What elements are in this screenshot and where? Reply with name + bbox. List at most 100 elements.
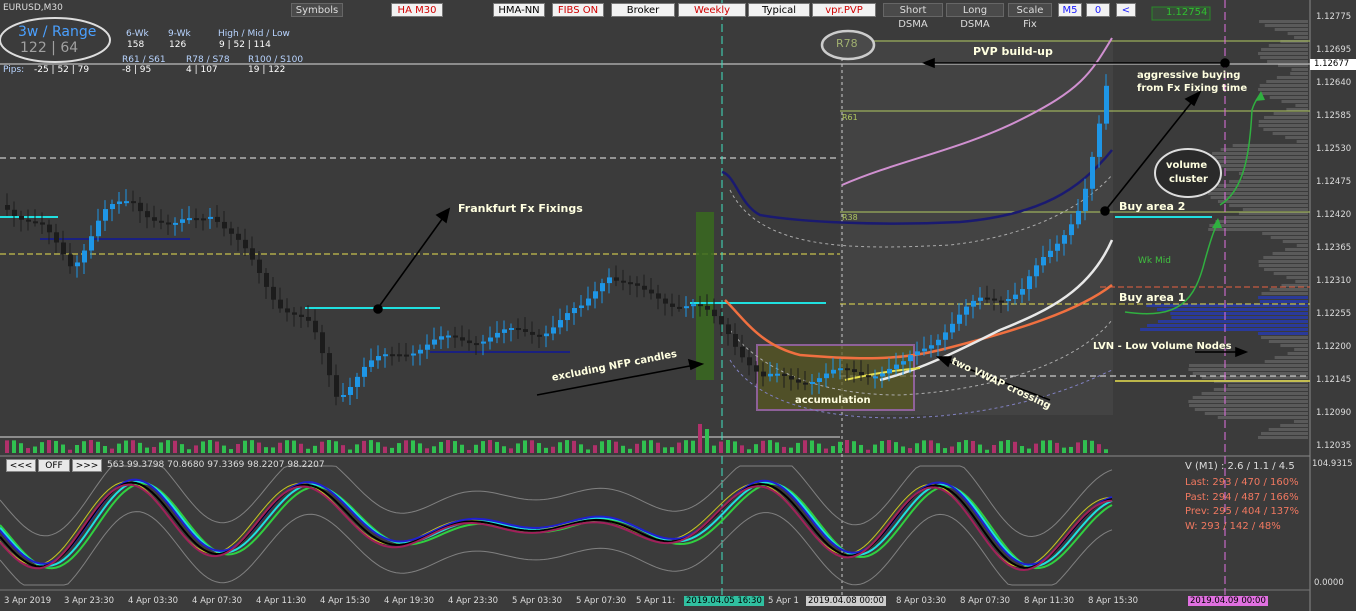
- candle-body: [215, 216, 220, 222]
- volume-bar: [1006, 440, 1010, 453]
- volume-bar: [299, 443, 303, 453]
- volume-bar: [1048, 440, 1052, 453]
- volume-bar: [369, 440, 373, 453]
- profile-bar: [1258, 332, 1308, 335]
- volume-bar: [537, 443, 541, 453]
- candle-body: [824, 373, 829, 379]
- toolbar-button-fibs-on[interactable]: FIBS ON: [552, 3, 604, 17]
- volume-bar: [481, 441, 485, 453]
- osc-next-button[interactable]: >>>: [72, 459, 102, 472]
- candle-body: [999, 300, 1004, 303]
- toolbar-button-ha-m30[interactable]: HA M30: [391, 3, 443, 17]
- profile-bar: [1290, 72, 1308, 75]
- volume-bar: [502, 446, 506, 453]
- volume-bar: [775, 442, 779, 453]
- candle-body: [880, 373, 885, 377]
- profile-bar: [1258, 124, 1308, 127]
- volume-bar: [166, 440, 170, 453]
- volume-bar: [782, 446, 786, 453]
- profile-bar: [1170, 312, 1308, 315]
- time-tick: 4 Apr 19:30: [384, 596, 435, 606]
- osc-prev-button[interactable]: <<<: [6, 459, 36, 472]
- stat-6wk-label: 6-Wk: [126, 29, 149, 39]
- toolbar-button-long-dsma[interactable]: Long DSMA: [946, 3, 1004, 30]
- candle-body: [306, 316, 311, 321]
- volume-bar: [1097, 444, 1101, 453]
- volume-bar: [712, 445, 716, 453]
- candle-body: [446, 335, 451, 338]
- candle-body: [124, 201, 129, 204]
- toolbar-button-vpr-pvp[interactable]: vpr.PVP: [812, 3, 876, 17]
- toolbar-button-scale-fix[interactable]: Scale Fix: [1008, 3, 1052, 30]
- volume-bar: [677, 442, 681, 453]
- toolbar-button-broker[interactable]: Broker: [611, 3, 675, 17]
- candle-body: [313, 320, 318, 333]
- candle-body: [537, 334, 542, 337]
- candle-body: [1062, 235, 1067, 244]
- candle-body: [173, 222, 178, 225]
- toolbar-button-m5[interactable]: M5: [1058, 3, 1082, 17]
- candle-body: [663, 298, 668, 304]
- stat-9wk-label: 9-Wk: [168, 29, 191, 39]
- profile-bar: [1264, 268, 1308, 271]
- volume-bar: [635, 443, 639, 453]
- volume-bar: [432, 446, 436, 453]
- volume-bar: [887, 440, 891, 453]
- stat-9wk-value: 126: [169, 40, 187, 50]
- candle-body: [628, 282, 633, 285]
- profile-bar: [1261, 292, 1308, 295]
- profile-bar: [1273, 272, 1308, 275]
- current-price-tag: 1.12677: [1314, 59, 1350, 69]
- candle-body: [1048, 250, 1053, 258]
- volume-bar: [509, 448, 513, 453]
- toolbar-button-typical[interactable]: Typical: [748, 3, 810, 17]
- profile-bar: [1287, 32, 1308, 35]
- candle-body: [257, 259, 262, 273]
- time-tick: 4 Apr 15:30: [320, 596, 371, 606]
- profile-bar: [1212, 152, 1308, 155]
- profile-bar: [1229, 204, 1308, 207]
- time-tick: 8 Apr 11:30: [1024, 596, 1075, 606]
- candle-body: [348, 386, 353, 395]
- volume-bar: [649, 440, 653, 453]
- volume-bar: [271, 447, 275, 453]
- toolbar-button-[interactable]: <: [1116, 3, 1136, 17]
- candle-body: [467, 340, 472, 344]
- profile-bar: [1258, 264, 1308, 267]
- candle-body: [607, 277, 612, 284]
- toolbar-button-hma-nn[interactable]: HMA-NN: [493, 3, 545, 17]
- candle-body: [453, 335, 458, 338]
- toolbar-button-short-dsma[interactable]: Short DSMA: [883, 3, 943, 30]
- volume-bar: [628, 448, 632, 453]
- volume-bar: [327, 440, 331, 453]
- candle-body: [586, 298, 591, 306]
- volume-bar: [936, 443, 940, 453]
- candle-body: [194, 218, 199, 221]
- candle-body: [726, 324, 731, 335]
- volume-bar: [257, 442, 261, 453]
- osc-off-button[interactable]: OFF: [38, 459, 70, 472]
- toolbar-button-0[interactable]: 0: [1086, 3, 1110, 17]
- volume-bar: [495, 441, 499, 453]
- pips-b: -8 | 95: [122, 65, 152, 75]
- candle-body: [96, 220, 101, 237]
- lvn-label: LVN - Low Volume Nodes: [1093, 341, 1232, 352]
- volume-bar: [292, 440, 296, 453]
- osc-axis-top: 104.9315: [1312, 459, 1353, 469]
- candle-body: [985, 297, 990, 300]
- profile-bar: [1209, 160, 1308, 163]
- profile-bar: [1280, 424, 1308, 427]
- time-tick: 8 Apr 15:30: [1088, 596, 1139, 606]
- toolbar-button-weekly[interactable]: Weekly: [678, 3, 746, 17]
- candle-body: [61, 242, 66, 255]
- volume-bar: [789, 447, 793, 453]
- profile-bar: [1296, 140, 1308, 143]
- fx-fixing-time-label: from Fx Fixing time: [1137, 83, 1248, 94]
- candle-body: [523, 329, 528, 332]
- candle-body: [1097, 123, 1102, 157]
- candle-body: [201, 218, 206, 221]
- profile-bar: [1227, 384, 1308, 387]
- toolbar-button-symbols[interactable]: Symbols: [291, 3, 343, 17]
- candle-body: [1076, 210, 1081, 225]
- volume-bar: [306, 448, 310, 453]
